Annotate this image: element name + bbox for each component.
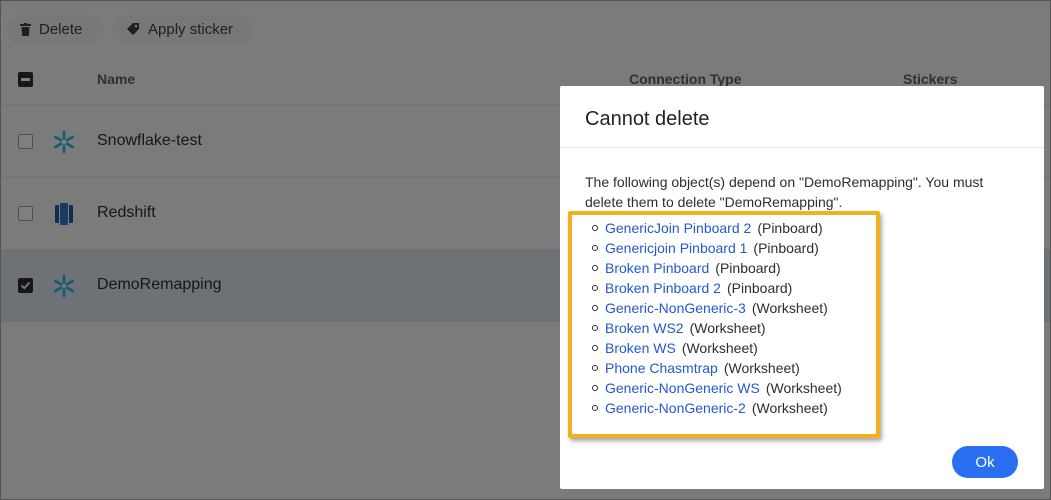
ok-button[interactable]: Ok (952, 446, 1018, 478)
dialog-title: Cannot delete (585, 108, 710, 130)
dialog-message: The following object(s) depend on "DemoR… (585, 174, 984, 210)
dialog-header: Cannot delete (560, 86, 1044, 148)
highlight-box (568, 211, 880, 438)
